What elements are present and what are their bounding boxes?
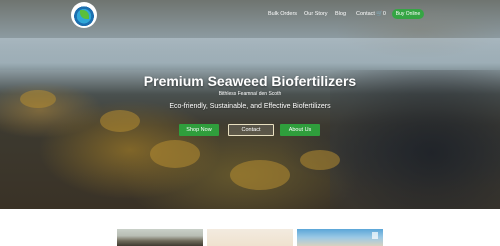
seaweed-blob [300, 150, 340, 170]
seaweed-blob [150, 140, 200, 168]
hero-section: Bulk Orders Our Story Blog Contact 🛒0 Bu… [0, 0, 500, 209]
product-card-image[interactable] [207, 229, 293, 246]
seaweed-blob [100, 110, 140, 132]
nav-link-blog[interactable]: Blog [335, 11, 346, 17]
product-card-image[interactable] [297, 229, 383, 246]
seaweed-blob [230, 160, 290, 190]
cart-count: 0 [382, 11, 386, 17]
product-label-image [372, 232, 378, 239]
nav-link-our-story[interactable]: Our Story [304, 11, 328, 17]
cart-button[interactable]: 🛒0 [376, 11, 386, 17]
hero-subtitle: Bithless Feamnaí den Scoth [218, 91, 282, 97]
brand-logo[interactable] [71, 2, 97, 28]
contact-button[interactable]: Contact [228, 124, 274, 136]
shop-now-button[interactable]: Shop Now [179, 124, 219, 136]
about-us-button[interactable]: About Us [280, 124, 320, 136]
buy-online-button[interactable]: Buy Online [392, 9, 424, 19]
hero-title: Premium Seaweed Biofertilizers [143, 73, 357, 89]
hero-tagline: Eco-friendly, Sustainable, and Effective… [169, 103, 331, 110]
nav-link-bulk-orders[interactable]: Bulk Orders [268, 11, 297, 17]
nav-link-contact[interactable]: Contact [356, 11, 375, 17]
leaf-icon [80, 10, 89, 19]
top-navigation: Bulk Orders Our Story Blog Contact 🛒0 Bu… [0, 0, 500, 32]
product-card-image[interactable] [117, 229, 203, 246]
cart-icon: 🛒 [376, 11, 383, 17]
hero-sea-background [0, 38, 500, 70]
